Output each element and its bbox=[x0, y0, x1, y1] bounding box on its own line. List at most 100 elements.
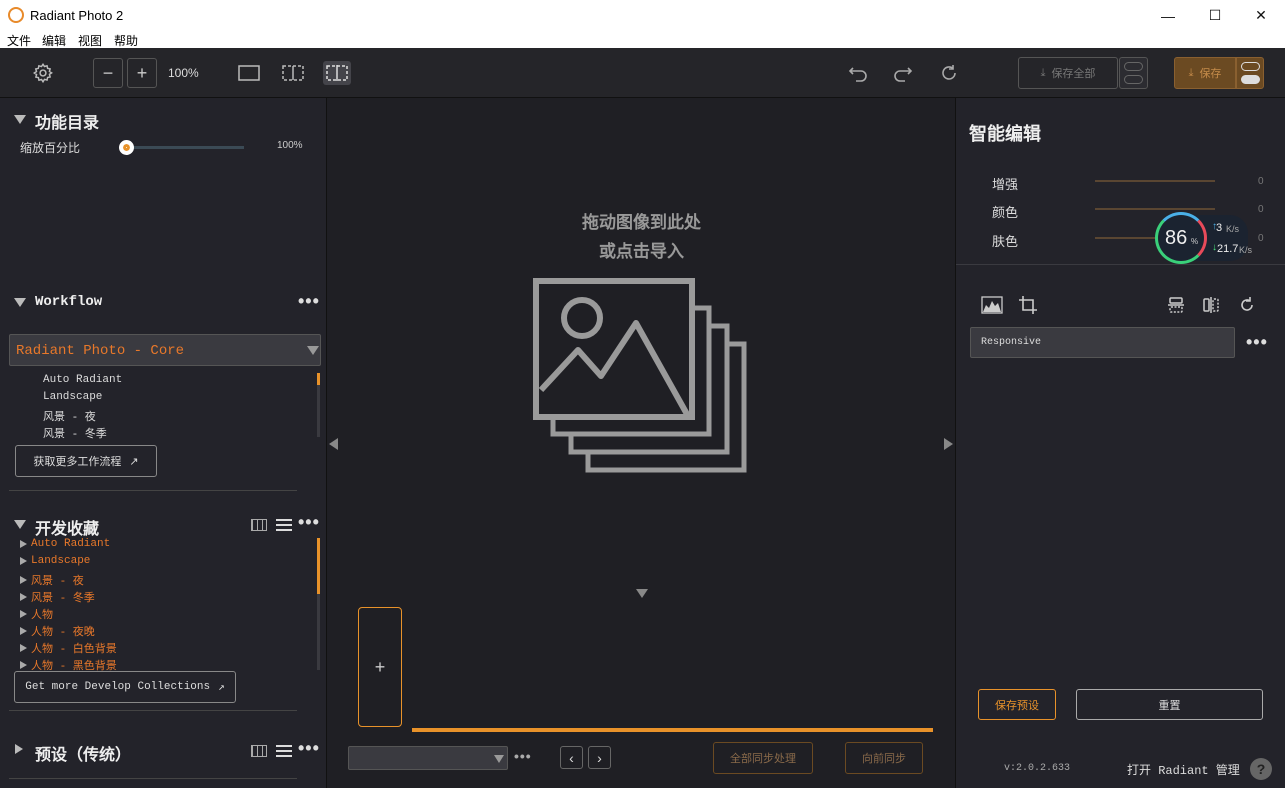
workflow-item[interactable]: Landscape bbox=[43, 391, 102, 403]
preset-name-field[interactable]: Responsive bbox=[970, 327, 1235, 358]
collection-item[interactable]: 人物 bbox=[20, 606, 53, 622]
enhance-slider[interactable] bbox=[1095, 180, 1215, 182]
upload-unit: K/s bbox=[1226, 224, 1240, 234]
redo-icon[interactable] bbox=[891, 61, 915, 85]
collection-item-label: 风景 - 冬季 bbox=[31, 593, 95, 605]
workflow-item[interactable]: 风景 - 冬季 bbox=[43, 425, 107, 441]
collapse-workflow-icon[interactable] bbox=[14, 298, 26, 307]
list-view-icon[interactable] bbox=[276, 744, 292, 758]
upload-arrow-icon: ↑ bbox=[1212, 221, 1217, 232]
collections-more-icon[interactable]: ••• bbox=[298, 512, 320, 533]
filmstrip-more-icon[interactable]: ••• bbox=[514, 748, 532, 764]
divider bbox=[9, 710, 297, 711]
import-images-icon[interactable] bbox=[533, 278, 748, 474]
next-image-button[interactable]: › bbox=[588, 746, 611, 769]
close-button[interactable]: ✕ bbox=[1238, 0, 1284, 31]
menu-help[interactable]: 帮助 bbox=[114, 32, 138, 49]
collection-item[interactable]: 人物 - 夜晚 bbox=[20, 623, 95, 639]
get-more-workflows-button[interactable]: 获取更多工作流程 ↗ bbox=[15, 445, 157, 477]
collapse-left-panel-icon[interactable] bbox=[329, 438, 338, 450]
collapse-right-panel-icon[interactable] bbox=[944, 438, 953, 450]
zoom-percent-handle[interactable] bbox=[119, 140, 134, 155]
menu-file[interactable]: 文件 bbox=[7, 32, 31, 49]
divider bbox=[956, 264, 1285, 265]
collapse-catalog-icon[interactable] bbox=[14, 115, 26, 124]
collection-item-label: Landscape bbox=[31, 555, 91, 567]
workflow-select[interactable]: Radiant Photo - Core bbox=[9, 334, 321, 366]
collection-item[interactable]: 风景 - 夜 bbox=[20, 572, 84, 588]
toggle-filmstrip-icon[interactable] bbox=[636, 589, 648, 598]
sync-all-button[interactable]: 全部同步处理 bbox=[713, 742, 813, 774]
collection-item[interactable]: 人物 - 白色背景 bbox=[20, 640, 117, 656]
help-icon[interactable]: ? bbox=[1250, 758, 1272, 780]
workflow-item[interactable]: 风景 - 夜 bbox=[43, 408, 96, 424]
expand-presets-icon[interactable] bbox=[15, 744, 23, 754]
add-image-button[interactable]: + bbox=[358, 607, 402, 727]
external-link-icon: ↗ bbox=[129, 455, 139, 468]
color-slider[interactable] bbox=[1095, 208, 1215, 210]
filmstrip-scrollbar[interactable] bbox=[412, 728, 933, 732]
flip-horizontal-icon[interactable] bbox=[1202, 296, 1220, 314]
settings-gear-icon[interactable] bbox=[30, 60, 56, 86]
zoom-out-button[interactable]: − bbox=[93, 58, 123, 88]
collection-item-label: 人物 - 夜晚 bbox=[31, 627, 95, 639]
grid-view-icon[interactable] bbox=[251, 745, 267, 757]
menu-bar: 文件 编辑 视图 帮助 bbox=[0, 31, 1285, 48]
zoom-in-button[interactable]: + bbox=[127, 58, 157, 88]
toolbar: − + 100% ⤓ 保存全部 ⤓ 保存 bbox=[0, 48, 1285, 98]
undo-icon[interactable] bbox=[846, 61, 870, 85]
save-button[interactable]: ⤓ 保存 bbox=[1174, 57, 1236, 89]
right-panel: 智能编辑 增强 0 颜色 0 肤色 0 3 K/s 21.7 K/s ↑ ↓ 8… bbox=[955, 98, 1285, 788]
save-options-toggle[interactable] bbox=[1236, 57, 1264, 89]
collection-item[interactable]: 风景 - 冬季 bbox=[20, 589, 95, 605]
flip-vertical-icon[interactable] bbox=[1167, 296, 1185, 314]
open-manager-link[interactable]: 打开 Radiant 管理 bbox=[1127, 761, 1240, 778]
image-workspace[interactable]: 拖动图像到此处 或点击导入 + ••• ‹ › 全部同步处理 向前同步 bbox=[328, 98, 955, 788]
workflow-selected: Radiant Photo - Core bbox=[16, 343, 185, 359]
memory-percent-unit: % bbox=[1191, 237, 1199, 246]
presets-more-icon[interactable]: ••• bbox=[298, 738, 320, 759]
chevron-down-icon bbox=[307, 346, 319, 355]
skin-label: 肤色 bbox=[992, 234, 1019, 249]
previous-image-button[interactable]: ‹ bbox=[560, 746, 583, 769]
split-view-icon[interactable] bbox=[323, 61, 351, 85]
list-view-icon[interactable] bbox=[276, 518, 292, 532]
drop-hint-line1: 拖动图像到此处 bbox=[582, 213, 701, 232]
download-icon: ⤓ bbox=[1188, 66, 1194, 79]
side-by-side-view-icon[interactable] bbox=[281, 62, 305, 84]
histogram-icon[interactable] bbox=[981, 296, 1003, 314]
collapse-collections-icon[interactable] bbox=[14, 520, 26, 529]
filter-select[interactable] bbox=[348, 746, 508, 770]
menu-view[interactable]: 视图 bbox=[78, 32, 102, 49]
save-all-options-toggle[interactable] bbox=[1119, 57, 1148, 89]
divider bbox=[9, 490, 297, 491]
expand-icon bbox=[20, 576, 27, 584]
grid-view-icon[interactable] bbox=[251, 519, 267, 531]
collection-item[interactable]: Auto Radiant bbox=[20, 538, 110, 550]
drop-hint-line2: 或点击导入 bbox=[599, 242, 684, 261]
rotate-icon[interactable] bbox=[1238, 296, 1256, 314]
preset-more-icon[interactable]: ••• bbox=[1246, 332, 1268, 353]
collections-scroll-thumb[interactable] bbox=[317, 538, 320, 594]
workflow-item[interactable]: Auto Radiant bbox=[43, 374, 122, 386]
reset-button[interactable]: 重置 bbox=[1076, 689, 1263, 720]
menu-edit[interactable]: 编辑 bbox=[42, 32, 66, 49]
download-speed: 21.7 bbox=[1217, 243, 1239, 255]
save-all-button[interactable]: ⤓ 保存全部 bbox=[1018, 57, 1118, 89]
sync-forward-button[interactable]: 向前同步 bbox=[845, 742, 923, 774]
workflow-more-icon[interactable]: ••• bbox=[298, 291, 320, 312]
minimize-button[interactable]: — bbox=[1145, 0, 1191, 31]
collection-item-label: Auto Radiant bbox=[31, 538, 111, 550]
reset-rotate-icon[interactable] bbox=[937, 61, 961, 85]
maximize-button[interactable]: ☐ bbox=[1192, 0, 1238, 31]
get-more-collections-button[interactable]: Get more Develop Collections ↗ bbox=[14, 671, 236, 703]
save-preset-button[interactable]: 保存预设 bbox=[978, 689, 1056, 720]
single-view-icon[interactable] bbox=[237, 62, 261, 84]
collection-item[interactable]: Landscape bbox=[20, 555, 90, 567]
get-more-collections-label: Get more Develop Collections bbox=[25, 681, 211, 693]
collection-item-label: 人物 - 白色背景 bbox=[31, 644, 117, 656]
catalog-title: 功能目录 bbox=[35, 115, 100, 132]
crop-icon[interactable] bbox=[1018, 295, 1038, 315]
enhance-value: 0 bbox=[1258, 176, 1264, 187]
workflow-scroll-thumb[interactable] bbox=[317, 373, 320, 385]
